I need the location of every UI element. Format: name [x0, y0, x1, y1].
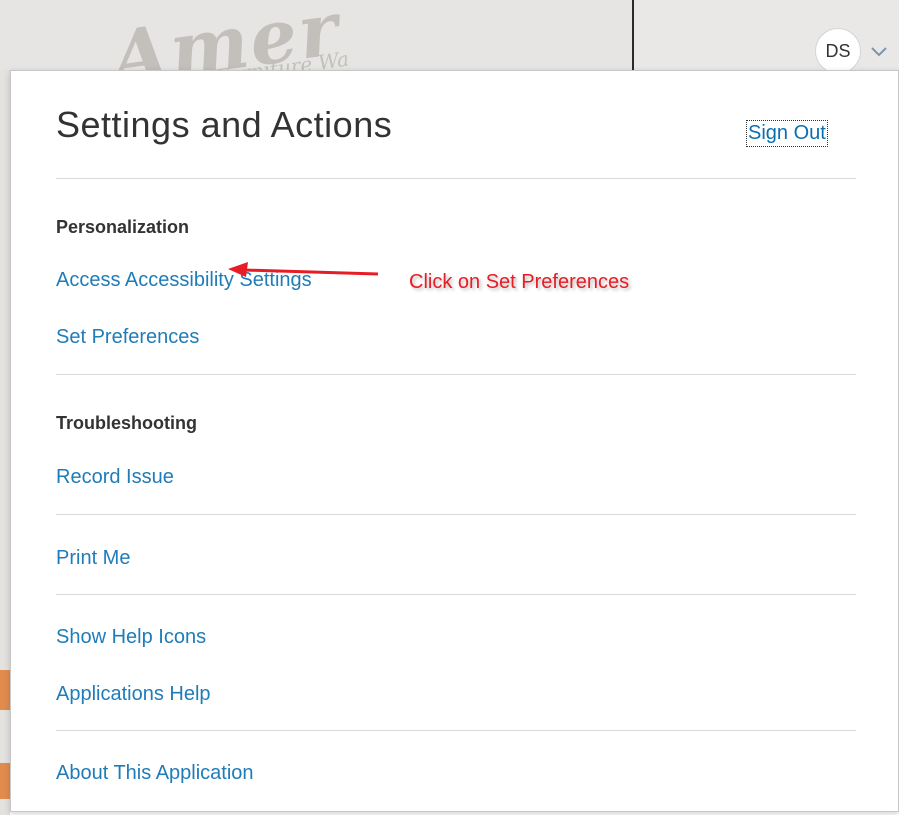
annotation-callout: Click on Set Preferences [409, 271, 630, 293]
print-me-link[interactable]: Print Me [56, 547, 130, 570]
company-logo-watermark: Amer Furniture Wa [106, 0, 539, 70]
divider [56, 730, 856, 731]
background-page-header: Amer Furniture Wa [0, 0, 632, 70]
divider [56, 374, 856, 375]
user-avatar[interactable]: DS [815, 28, 861, 74]
set-preferences-link[interactable]: Set Preferences [56, 326, 199, 349]
section-heading-personalization: Personalization [56, 217, 190, 237]
divider [56, 514, 856, 515]
applications-help-link[interactable]: Applications Help [56, 683, 211, 706]
background-accent-bar [0, 763, 10, 799]
sign-out-link[interactable]: Sign Out [746, 120, 828, 147]
background-accent-bar [0, 670, 10, 710]
chevron-down-icon[interactable] [868, 40, 890, 62]
section-heading-troubleshooting: Troubleshooting [56, 413, 197, 433]
record-issue-link[interactable]: Record Issue [56, 466, 174, 489]
divider [56, 178, 856, 179]
avatar-initials: DS [825, 40, 851, 61]
settings-and-actions-menu: Settings and Actions Sign Out Personaliz… [10, 70, 899, 812]
about-this-application-link[interactable]: About This Application [56, 762, 254, 785]
show-help-icons-link[interactable]: Show Help Icons [56, 626, 206, 649]
menu-title: Settings and Actions [56, 104, 393, 145]
arrow-left-icon [228, 262, 379, 277]
divider [56, 594, 856, 595]
